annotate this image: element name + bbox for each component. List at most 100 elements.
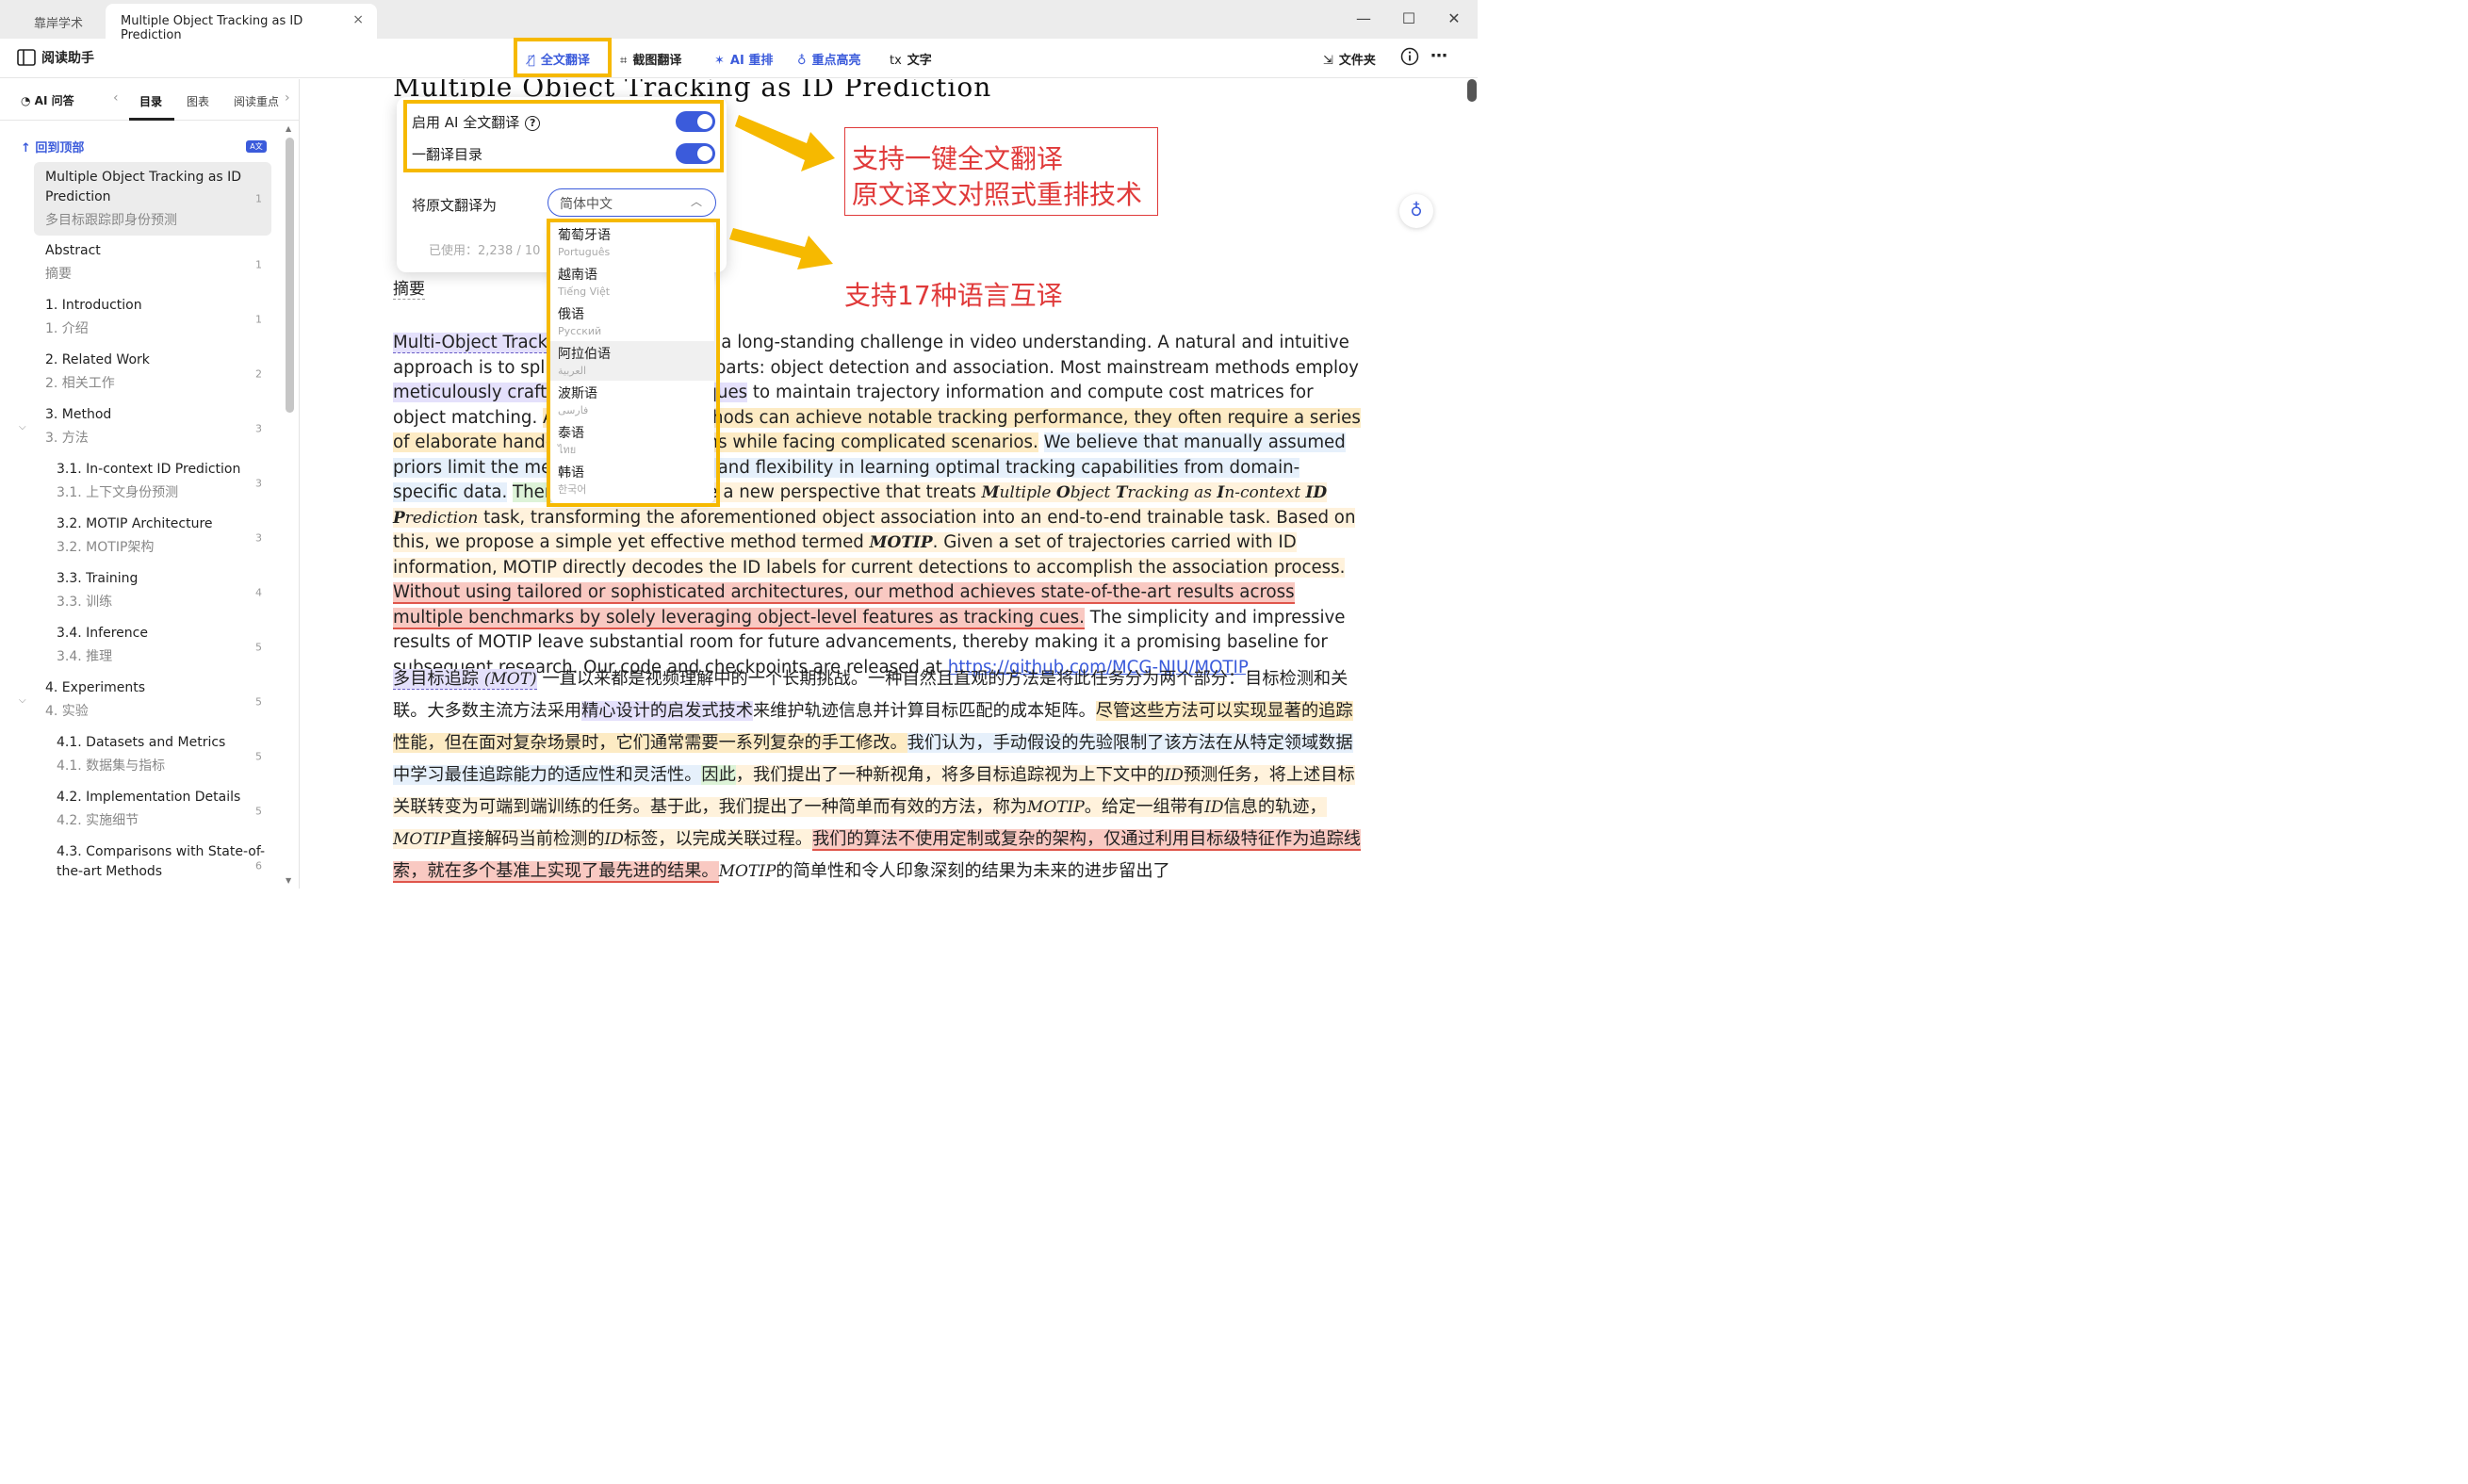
info-icon[interactable] bbox=[1400, 47, 1419, 70]
toc-item[interactable]: 1. Introduction 1. 介绍 1 bbox=[34, 296, 271, 343]
toc-item-translation: 多目标跟踪即身份预测 bbox=[45, 213, 177, 228]
tab-reading-focus[interactable]: 阅读重点 bbox=[234, 93, 279, 109]
language-select[interactable]: 简体中文 ︿ bbox=[548, 188, 716, 217]
toc-item-title: 4.1. Datasets and Metrics bbox=[57, 735, 226, 750]
tab-toc[interactable]: 目录 bbox=[139, 93, 162, 109]
feature-callout-line1: 支持一键全文翻译 bbox=[852, 143, 1064, 174]
folder-button[interactable]: ⇲ 文件夹 bbox=[1323, 50, 1376, 68]
text-tool-button[interactable]: tx 文字 bbox=[890, 50, 932, 68]
arrow-icon bbox=[735, 115, 835, 171]
sparkle-icon: ✶ bbox=[714, 54, 725, 68]
toc-item-translation: 3.2. MOTIP架构 bbox=[57, 540, 155, 555]
toc-item-page: 3 bbox=[255, 477, 262, 490]
toc-item[interactable]: 3.1. In-context ID Prediction 3.1. 上下文身份… bbox=[45, 460, 271, 507]
chevron-up-icon: ︿ bbox=[690, 195, 702, 208]
tab-figures[interactable]: 图表 bbox=[187, 93, 209, 109]
toc-item-page: 5 bbox=[255, 805, 262, 818]
toc-item[interactable]: 2. Related Work 2. 相关工作 2 bbox=[34, 351, 271, 398]
crop-icon: ⌗ bbox=[620, 54, 628, 68]
toc-item-page: 3 bbox=[255, 531, 262, 545]
toc-item-page: 1 bbox=[255, 313, 262, 326]
folder-label: 文件夹 bbox=[1338, 54, 1376, 68]
toc-item[interactable]: 3.2. MOTIP Architecture 3.2. MOTIP架构 3 bbox=[45, 514, 271, 562]
full-translate-highlight bbox=[514, 38, 612, 77]
toc-item-page: 5 bbox=[255, 641, 262, 654]
minimize-icon[interactable]: — bbox=[1349, 8, 1378, 30]
toc-item[interactable]: 4.1. Datasets and Metrics 4.1. 数据集与指标 5 bbox=[45, 733, 271, 780]
toc-item-page: 1 bbox=[255, 258, 262, 271]
scroll-up-icon[interactable]: ▲ bbox=[286, 124, 291, 133]
bulb-icon: ♁ bbox=[797, 54, 807, 68]
tabs-next-icon[interactable]: › bbox=[285, 90, 290, 106]
tab-home[interactable]: 靠岸学术 bbox=[11, 6, 106, 38]
toc-item-title: 1. Introduction bbox=[45, 298, 142, 313]
chevron-down-icon[interactable]: ⌵ bbox=[19, 422, 26, 432]
toc-item-translation: 3.3. 训练 bbox=[57, 595, 113, 610]
toc-item-title: 3.4. Inference bbox=[57, 626, 148, 641]
toc-item-title: 4.2. Implementation Details bbox=[57, 790, 241, 805]
toc-item[interactable]: Multiple Object Tracking as ID Predictio… bbox=[34, 162, 271, 236]
toc-item[interactable]: 4.3. Comparisons with State-of-the-art M… bbox=[45, 842, 271, 889]
toc-item[interactable]: 4. Experiments 4. 实验 5 bbox=[34, 678, 271, 726]
left-panel-tabs: ◔ AI 问答 ‹ 目录 图表 阅读重点 › bbox=[0, 79, 300, 121]
toc-item-translation: 4. 实验 bbox=[45, 704, 89, 719]
reader-assistant-label: 阅读助手 bbox=[41, 51, 94, 66]
more-icon[interactable]: ⋯ bbox=[1430, 46, 1447, 66]
left-panel: ◔ AI 问答 ‹ 目录 图表 阅读重点 › ↑ 回到顶部 A文 Multipl… bbox=[0, 79, 300, 889]
usage-counter: 已使用：2,238 / 10 bbox=[429, 244, 541, 258]
annotation-arrows bbox=[729, 115, 835, 269]
floating-bulb-button[interactable]: ♁ bbox=[1399, 194, 1433, 228]
reader-assistant-button[interactable]: 阅读助手 bbox=[17, 48, 94, 67]
toc-item-translation: 3.4. 推理 bbox=[57, 649, 113, 664]
ai-relayout-button[interactable]: ✶ AI 重排 bbox=[714, 50, 773, 68]
language-callout: 支持17种语言互译 bbox=[844, 280, 1063, 311]
sidebar-icon bbox=[17, 49, 36, 66]
close-tab-icon[interactable]: × bbox=[352, 12, 364, 27]
toc-item-title: 4.3. Comparisons with State-of-the-art M… bbox=[57, 844, 266, 879]
maximize-icon[interactable]: ☐ bbox=[1395, 8, 1423, 30]
toc-item-translation: 4.1. 数据集与指标 bbox=[57, 758, 166, 774]
scroll-down-icon[interactable]: ▼ bbox=[286, 876, 291, 885]
toc-item-translation: 3. 方法 bbox=[45, 431, 89, 446]
toc-item-title: Abstract bbox=[45, 243, 101, 258]
toc-item-translation: 3.1. 上下文身份预测 bbox=[57, 485, 179, 500]
toc-item[interactable]: 3.4. Inference 3.4. 推理 5 bbox=[45, 624, 271, 671]
arrow-up-icon: ↑ bbox=[21, 141, 36, 155]
highlight-button[interactable]: ♁ 重点高亮 bbox=[797, 50, 861, 68]
ai-relayout-label: AI 重排 bbox=[729, 54, 774, 68]
toc-item-title: 3.1. In-context ID Prediction bbox=[57, 462, 241, 477]
toc-item[interactable]: 3.3. Training 3.3. 训练 4 bbox=[45, 569, 271, 616]
text-tool-label: 文字 bbox=[907, 54, 932, 68]
close-window-icon[interactable]: ✕ bbox=[1440, 8, 1468, 30]
toggles-highlight bbox=[403, 100, 724, 172]
tab-document[interactable]: Multiple Object Tracking as ID Predictio… bbox=[106, 4, 377, 42]
toc-item-title: Multiple Object Tracking as ID Predictio… bbox=[45, 170, 242, 204]
abstract-original: Multi-Object Tracking (MOT) has been a l… bbox=[393, 333, 1361, 677]
toc-item-translation: 2. 相关工作 bbox=[45, 376, 115, 391]
scrollbar-thumb[interactable] bbox=[1467, 79, 1477, 102]
toc-item-translation: 1. 介绍 bbox=[45, 321, 89, 336]
toc-item-translation: 摘要 bbox=[45, 267, 72, 282]
feature-callout-line2: 原文译文对照式重排技术 bbox=[852, 179, 1143, 210]
ai-translate-badge[interactable]: A文 bbox=[246, 140, 267, 153]
translate-to-label: 将原文翻译为 bbox=[412, 197, 498, 214]
tabs-prev-icon[interactable]: ‹ bbox=[113, 90, 119, 106]
highlight-label: 重点高亮 bbox=[811, 54, 861, 68]
toc-item[interactable]: 3. Method 3. 方法 3 bbox=[34, 405, 271, 452]
dropdown-highlight bbox=[547, 219, 720, 507]
toc-item-page: 6 bbox=[255, 859, 262, 872]
toc-item-page: 4 bbox=[255, 586, 262, 599]
back-to-top-button[interactable]: ↑ 回到顶部 bbox=[21, 138, 84, 155]
toc-item-translation: 4.2. 实施细节 bbox=[57, 813, 139, 828]
selected-language: 简体中文 bbox=[560, 197, 613, 212]
toc-item[interactable]: Abstract 摘要 1 bbox=[34, 241, 271, 288]
screenshot-translate-button[interactable]: ⌗ 截图翻译 bbox=[620, 50, 681, 68]
left-panel-scrollbar[interactable] bbox=[286, 138, 294, 413]
abstract-translation: 多目标追踪 (MOT) 一直以来都是视频理解中的一个长期挑战。一种自然且直观的方… bbox=[393, 669, 1361, 883]
toolbar: 阅读助手 文̸ 全文翻译 ⌗ 截图翻译 ✶ AI 重排 ♁ 重点高亮 tx 文字 ⇲ 文件夹… bbox=[0, 39, 1478, 78]
toc-item[interactable]: 4.2. Implementation Details 4.2. 实施细节 5 bbox=[45, 788, 271, 835]
abstract-heading: 摘要 bbox=[393, 275, 425, 300]
ai-qa-tab[interactable]: ◔ AI 问答 bbox=[21, 92, 74, 108]
chevron-down-icon[interactable]: ⌵ bbox=[19, 695, 26, 706]
document-scrollbar[interactable] bbox=[1467, 79, 1477, 889]
